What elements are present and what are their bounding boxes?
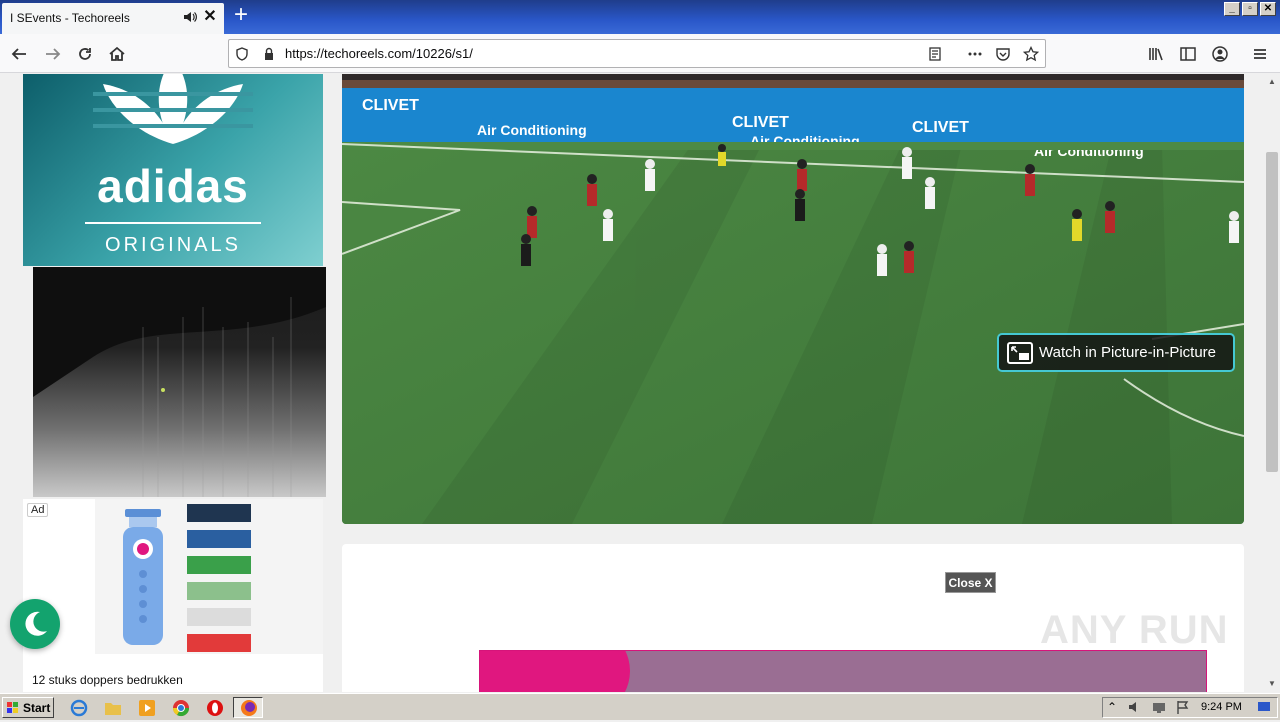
bottle-ad[interactable]: Ad 12 stuks doppers bedrukken [23, 499, 323, 692]
svg-text:CLIVET: CLIVET [732, 114, 789, 131]
ad-badge: Ad [27, 503, 49, 517]
window-controls: _ ▫ ✕ [1224, 2, 1276, 16]
scroll-down-arrow[interactable]: ▼ [1264, 676, 1280, 692]
address-bar[interactable]: https://techoreels.com/10226/s1/ [228, 39, 1046, 68]
shield-icon[interactable] [234, 46, 250, 62]
svg-text:Air Conditioning: Air Conditioning [477, 122, 587, 138]
football-video[interactable]: CLIVET Air Conditioning CLIVET Air Condi… [342, 74, 1244, 524]
close-ad-button[interactable]: Close X [945, 572, 996, 593]
folder-icon[interactable] [104, 699, 122, 717]
show-desktop-icon[interactable] [1257, 700, 1275, 718]
bottom-banner-ad[interactable] [479, 650, 1207, 692]
lock-icon[interactable] [261, 46, 277, 62]
page-content: adidas ORIGINALS Ad 12 stuks doppers bed… [0, 74, 1264, 692]
moon-icon [25, 611, 47, 636]
pocket-icon[interactable] [995, 46, 1011, 62]
pip-label: Watch in Picture-in-Picture [1039, 344, 1216, 361]
video-frame: CLIVET Air Conditioning CLIVET Air Condi… [342, 74, 1244, 524]
menu-button[interactable] [1248, 42, 1272, 66]
ie-icon[interactable] [70, 699, 88, 717]
tab-strip: I SEvents - Techoreels ✕ + _ ▫ ✕ [0, 0, 1280, 34]
scroll-up-arrow[interactable]: ▲ [1264, 74, 1280, 90]
anyrun-watermark: ANY RUN [1040, 608, 1229, 652]
start-button[interactable]: Start [2, 697, 54, 718]
bookmark-star-icon[interactable] [1023, 46, 1039, 62]
opera-icon[interactable] [206, 699, 224, 717]
speaker-icon[interactable] [182, 9, 198, 25]
reader-view-icon[interactable] [927, 46, 943, 62]
volume-icon[interactable] [1127, 699, 1145, 717]
library-icon [1149, 48, 1163, 61]
reload-button[interactable] [73, 42, 97, 66]
page-actions-icon[interactable] [967, 46, 983, 62]
media-player-icon[interactable] [138, 699, 156, 717]
sidebar-icon [1180, 47, 1196, 61]
arrow-left-icon [11, 48, 26, 60]
firefox-icon [241, 700, 257, 716]
ad-product-image [95, 499, 323, 654]
tray-expand-icon[interactable]: ⌃ [1107, 700, 1125, 718]
picture-in-picture-button[interactable]: Watch in Picture-in-Picture [997, 333, 1235, 372]
tab-title: I SEvents - Techoreels [10, 11, 130, 25]
clock[interactable]: 9:24 PM [1201, 701, 1242, 713]
network-icon[interactable] [1151, 699, 1169, 717]
home-button[interactable] [105, 42, 129, 66]
windows-flag-icon [7, 701, 18, 713]
close-window-button[interactable]: ✕ [1260, 2, 1276, 16]
trefoil-logo [93, 74, 253, 144]
svg-text:CLIVET: CLIVET [912, 119, 969, 136]
forward-button[interactable] [41, 42, 65, 66]
account-button[interactable] [1208, 42, 1232, 66]
reload-icon [79, 48, 91, 60]
system-tray: ⌃ 9:24 PM [1102, 697, 1278, 718]
arrow-right-icon [46, 48, 61, 60]
hamburger-icon [1254, 49, 1266, 59]
dark-mode-toggle[interactable] [10, 599, 60, 649]
new-tab-button[interactable]: + [230, 3, 252, 27]
library-button[interactable] [1144, 42, 1168, 66]
url-text: https://techoreels.com/10226/s1/ [285, 46, 473, 61]
restore-button[interactable]: ▫ [1242, 2, 1258, 16]
video-frame [33, 267, 326, 497]
pip-icon [1007, 341, 1033, 364]
firefox-taskbar-button[interactable] [233, 697, 263, 718]
chrome-icon[interactable] [172, 699, 190, 717]
navigation-toolbar: https://techoreels.com/10226/s1/ [0, 34, 1280, 73]
banner-shape [480, 651, 630, 692]
tab-close-icon[interactable]: ✕ [202, 9, 218, 25]
home-icon [109, 46, 125, 61]
adidas-subtitle: ORIGINALS [105, 234, 241, 256]
sidebar-button[interactable] [1176, 42, 1200, 66]
minimize-button[interactable]: _ [1224, 2, 1240, 16]
scroll-thumb[interactable] [1266, 152, 1278, 472]
account-icon [1212, 46, 1228, 62]
back-button[interactable] [7, 42, 31, 66]
windows-taskbar: Start ⌃ 9:24 PM [0, 693, 1280, 720]
svg-text:CLIVET: CLIVET [362, 97, 419, 114]
flag-icon[interactable] [1175, 699, 1193, 717]
ad-caption[interactable]: 12 stuks doppers bedrukken [32, 673, 183, 687]
dark-video-ad[interactable] [33, 267, 326, 497]
adidas-wordmark: adidas [97, 160, 249, 212]
browser-tab[interactable]: I SEvents - Techoreels ✕ [2, 3, 224, 34]
start-label: Start [23, 700, 51, 715]
divider [85, 222, 261, 224]
adidas-ad[interactable]: adidas ORIGINALS [23, 74, 323, 266]
page-scrollbar[interactable]: ▲ ▼ [1264, 74, 1280, 692]
